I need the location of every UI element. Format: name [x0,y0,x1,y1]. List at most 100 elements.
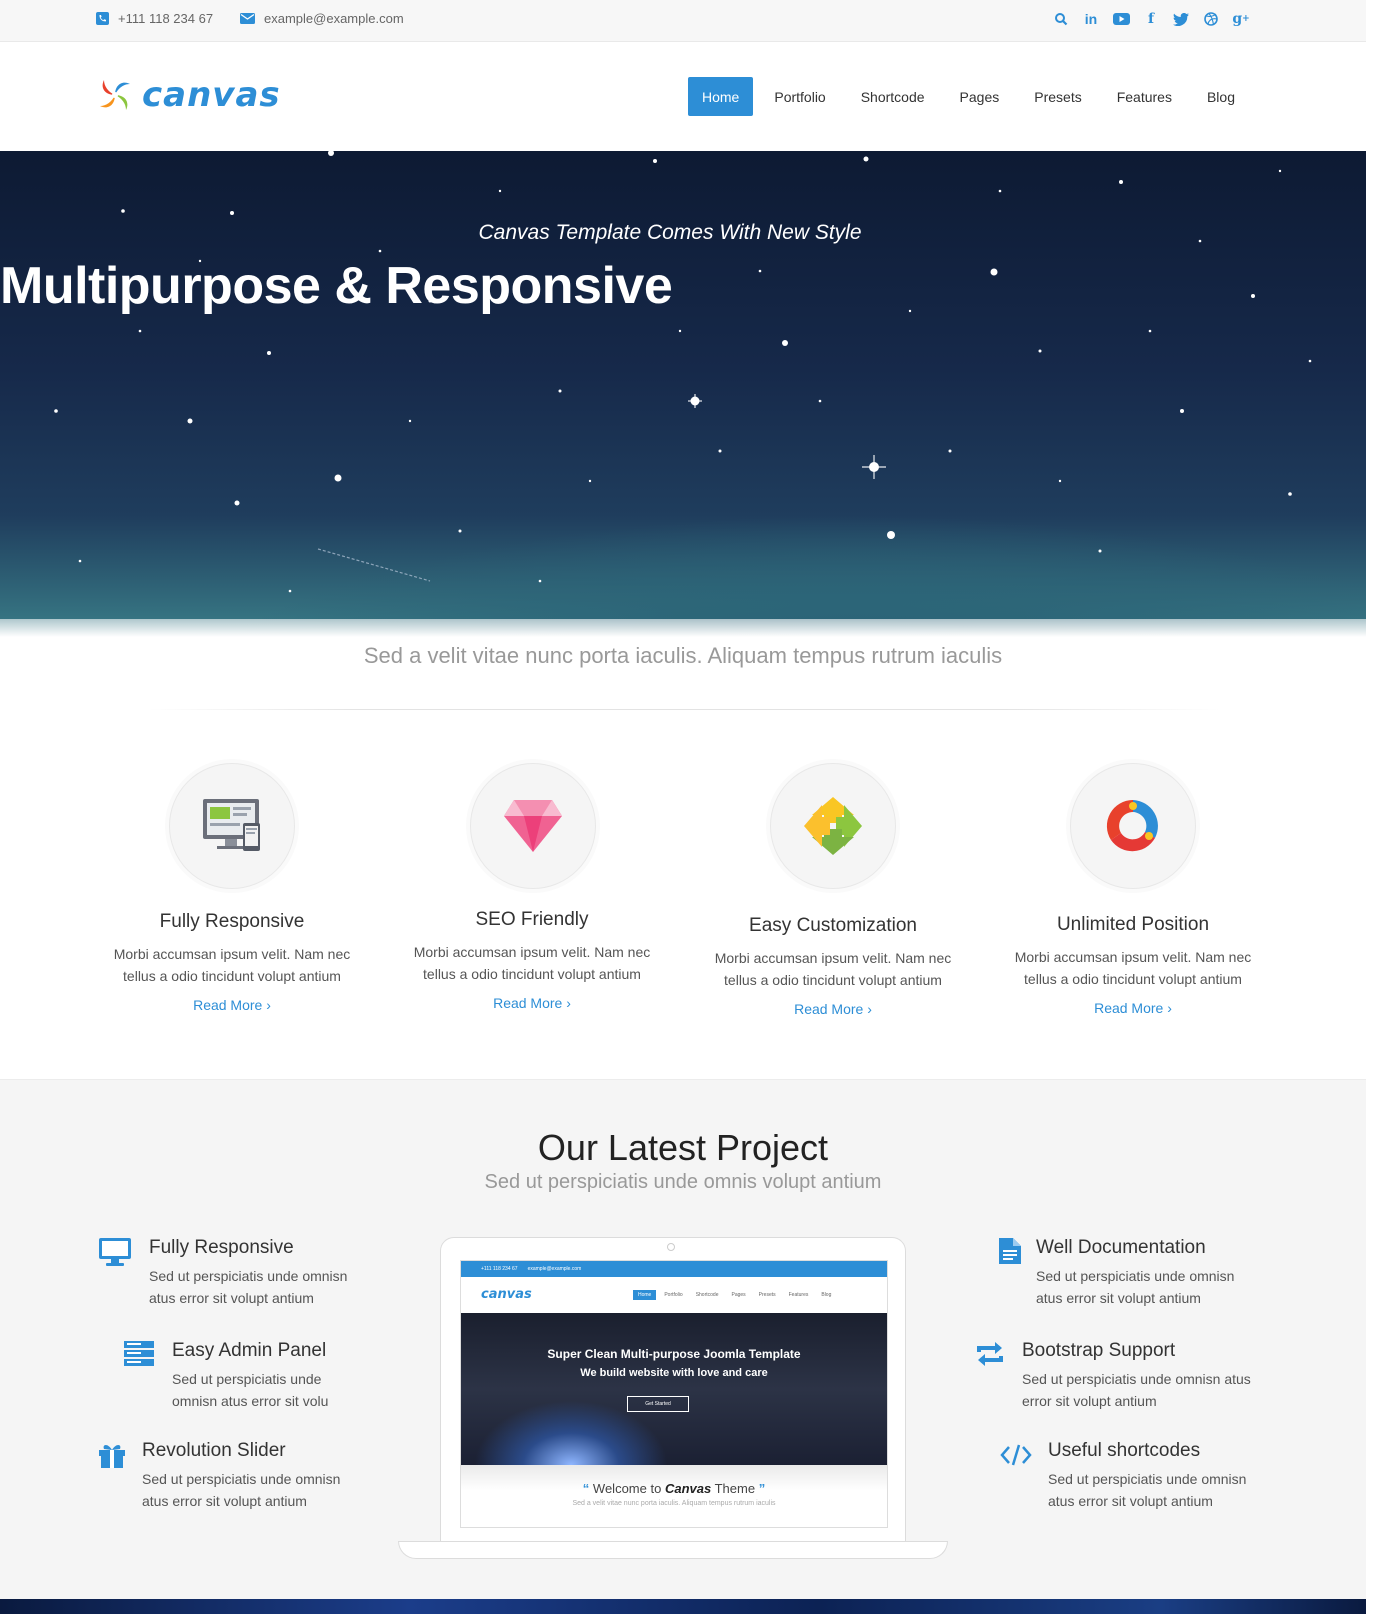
phone-contact: +111 118 234 67 [96,11,213,26]
project-item-text: Sed ut perspiciatis unde omnisn atus erro… [149,1265,347,1309]
youtube-icon[interactable] [1106,8,1136,30]
feature-text: Morbi accumsan ipsum velit. Nam nec tell… [397,941,667,985]
camera-dot [667,1243,675,1251]
preview-welcome: “ Welcome to Canvas Theme ” Sed a velit … [461,1465,887,1527]
nav-features[interactable]: Features [1103,77,1186,116]
project-item-title: Well Documentation [1036,1237,1206,1258]
nav-presets[interactable]: Presets [1020,77,1095,116]
twitter-icon[interactable] [1166,8,1196,30]
project-item-line: atus error sit volupt antium [1048,1493,1213,1509]
google-plus-icon[interactable]: g + [1226,8,1256,30]
preview-nav-item: Home [633,1290,657,1300]
facebook-icon[interactable]: f [1136,8,1166,30]
preview-get-started-button: Get Started [627,1396,689,1412]
project-item-revolution-slider: Revolution Slider Sed ut perspiciatis un… [142,1440,340,1512]
project-item-useful-shortcodes: Useful shortcodes Sed ut perspiciatis un… [1048,1440,1246,1512]
linkedin-icon[interactable]: in [1076,8,1106,30]
project-item-bootstrap-support: Bootstrap Support Sed ut perspiciatis un… [1022,1340,1251,1412]
project-item-fully-responsive: Fully Responsive Sed ut perspiciatis und… [149,1237,347,1309]
feature-seo-friendly: SEO Friendly Morbi accumsan ipsum velit.… [397,909,667,1011]
retweet-icon [977,1342,1003,1366]
quote-close-icon: ” [758,1481,766,1496]
read-more-label[interactable]: Read More [493,995,562,1011]
monitor-icon [99,1238,131,1266]
welcome-brand: Canvas [664,1481,712,1496]
latest-project-section: Our Latest Project Sed ut perspiciatis u… [0,1079,1366,1599]
divider [148,709,1220,710]
read-more-label[interactable]: Read More [794,1001,863,1017]
chevron-right-icon: › [266,997,271,1013]
pinwheel-logo-icon [100,80,130,110]
read-more-label[interactable]: Read More [193,997,262,1013]
project-item-line: atus error sit volupt antium [142,1493,307,1509]
search-icon[interactable] [1046,8,1076,30]
site-logo[interactable]: canvas [96,75,281,115]
project-item-line: atus error sit volupt antium [149,1290,314,1306]
feature-title: SEO Friendly [475,909,589,930]
nav-shortcode[interactable]: Shortcode [847,77,939,116]
welcome-post: Theme [714,1481,756,1496]
chevron-right-icon: › [566,995,571,1011]
code-icon [1000,1444,1032,1466]
read-more-label[interactable]: Read More [1094,1000,1163,1016]
email-address[interactable]: example@example.com [264,11,404,26]
feature-icon-circle [470,763,596,889]
email-contact[interactable]: example@example.com [240,11,404,26]
preview-logo: canvas [481,1287,532,1302]
envelope-icon [240,13,255,24]
tagline: Sed a velit vitae nunc porta iaculis. Al… [363,643,1003,668]
laptop-base [398,1541,948,1559]
project-item-line: Sed ut perspiciatis unde omnisn [1048,1471,1247,1487]
preview-nav-item: Shortcode [695,1292,719,1298]
project-item-text: Sed ut perspiciatis unde omnisn atus erro… [1036,1265,1234,1309]
feature-fully-responsive: Fully Responsive Morbi accumsan ipsum ve… [97,911,367,1013]
read-more-link[interactable]: Read More › [698,1001,968,1017]
project-item-line: atus error sit volupt antium [1036,1290,1201,1306]
nav-portfolio[interactable]: Portfolio [760,77,839,116]
logo-text: canvas [142,75,281,115]
ring-icon [1106,799,1158,852]
phone-number: +111 118 234 67 [118,11,214,26]
read-more-link[interactable]: Read More › [397,995,667,1011]
nav-pages[interactable]: Pages [946,77,1014,116]
section-title: Our Latest Project [537,1127,829,1168]
project-item-title: Revolution Slider [142,1440,286,1461]
feature-text: Morbi accumsan ipsum velit. Nam nec tell… [698,947,968,991]
project-item-line: error sit volupt antium [1022,1393,1157,1409]
feature-text: Morbi accumsan ipsum velit. Nam nec tell… [97,943,367,987]
preview-small-text: Sed a velit vitae nunc porta iaculis. Al… [572,1500,776,1507]
footer-banner-edge [0,1599,1366,1614]
feature-icon-circle [169,763,295,889]
feature-icon-circle [770,763,896,889]
chevron-right-icon: › [1167,1000,1172,1016]
preview-nav-item: Pages [731,1292,746,1298]
read-more-link[interactable]: Read More › [97,997,367,1013]
feature-text-line: Morbi accumsan ipsum velit. Nam nec [1014,949,1252,965]
nav-blog[interactable]: Blog [1193,77,1249,116]
feature-easy-customization: Easy Customization Morbi accumsan ipsum … [698,915,968,1017]
project-item-text: Sed ut perspiciatis unde omnisn atus erro… [1048,1468,1246,1512]
preview-hero-line: Super Clean Multi-purpose Joomla Templat… [547,1347,801,1361]
preview-phone: +111 118 234 67 [481,1266,518,1272]
project-item-title: Fully Responsive [149,1237,294,1258]
preview-nav-item: Portfolio [664,1292,683,1298]
nav-home[interactable]: Home [688,77,754,116]
project-item-line: Sed ut perspiciatis unde omnisn [1036,1268,1235,1284]
hero-title: Multipurpose & Responsive [0,257,673,315]
project-item-text: Sed ut perspiciatis unde omnisn atus erro… [142,1468,340,1512]
laptop-screen-preview: +111 118 234 67 example@example.com canv… [460,1260,888,1528]
feature-text-line: Morbi accumsan ipsum velit. Nam nec [714,950,952,966]
welcome-pre: Welcome to [592,1481,662,1496]
project-item-title: Useful shortcodes [1048,1440,1201,1461]
phone-icon [96,12,109,25]
dribbble-icon[interactable] [1196,8,1226,30]
feature-title: Unlimited Position [1056,914,1210,935]
project-item-text: Sed ut perspiciatis unde omnisn atus erro… [1022,1368,1251,1412]
read-more-link[interactable]: Read More › [998,1000,1268,1016]
hero-subtitle: Canvas Template Comes With New Style [478,221,862,244]
feature-text-line: tellus a odio tincidunt volupt antium [1024,971,1242,987]
top-bar: +111 118 234 67 example@example.com in f… [0,0,1366,42]
feature-title: Fully Responsive [159,911,305,932]
feature-text: Morbi accumsan ipsum velit. Nam nec tell… [998,946,1268,990]
project-item-text: Sed ut perspiciatis unde omnisn atus erro… [172,1368,328,1412]
